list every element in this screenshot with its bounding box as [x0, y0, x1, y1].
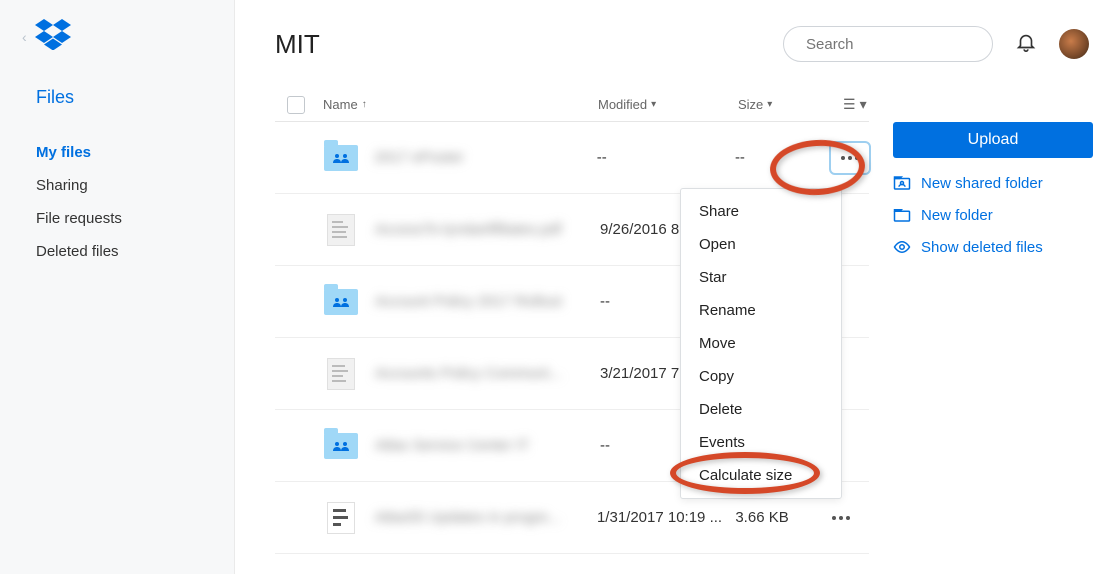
nav-file-requests[interactable]: File requests — [36, 210, 234, 227]
columns-header: Name↑ Modified▾ Size▾ ☰ ▾ — [275, 88, 869, 122]
file-name: Atlas55 Updates in progre... — [375, 509, 597, 526]
back-chevron-icon[interactable]: ‹ — [22, 29, 27, 45]
action-label: New shared folder — [921, 175, 1043, 192]
menu-share[interactable]: Share — [681, 195, 841, 228]
sort-up-icon: ↑ — [362, 99, 367, 110]
file-modified: 1/31/2017 10:19 ... — [597, 509, 735, 526]
document-icon — [323, 216, 359, 244]
sidebar: ‹ Files My files Sharing File requests D… — [0, 0, 235, 574]
list-icon: ☰ — [843, 96, 856, 113]
col-modified[interactable]: Modified▾ — [598, 97, 738, 112]
menu-copy[interactable]: Copy — [681, 360, 841, 393]
menu-rename[interactable]: Rename — [681, 294, 841, 327]
file-name: 2017 ePoster — [375, 149, 597, 166]
folder-icon — [323, 432, 359, 460]
show-deleted-link[interactable]: Show deleted files — [893, 238, 1089, 256]
file-name: Accounts Policy Communi... — [375, 365, 600, 382]
avatar[interactable] — [1059, 29, 1089, 59]
menu-events[interactable]: Events — [681, 426, 841, 459]
file-modified: -- — [597, 149, 735, 166]
col-size[interactable]: Size▾ — [738, 97, 813, 112]
file-name: AccessTo-lyndaAffiliates.pdf — [375, 221, 600, 238]
file-size: 3.66 KB — [735, 509, 809, 526]
notifications-icon[interactable] — [1015, 31, 1037, 58]
menu-move[interactable]: Move — [681, 327, 841, 360]
file-name: Account Policy 2017 Rollout — [375, 293, 600, 310]
shared-folder-icon — [893, 174, 911, 192]
action-label: Show deleted files — [921, 239, 1043, 256]
new-shared-folder-link[interactable]: New shared folder — [893, 174, 1089, 192]
page-title: MIT — [275, 29, 320, 60]
file-row[interactable]: 2017 ePoster -- -- — [275, 122, 869, 194]
search-input[interactable] — [806, 36, 1005, 53]
nav-sharing[interactable]: Sharing — [36, 177, 234, 194]
action-label: New folder — [921, 207, 993, 224]
chevron-down-icon: ▾ — [767, 99, 772, 110]
action-panel: Upload New shared folder New folder Show… — [869, 88, 1089, 554]
chevron-down-icon: ▾ — [860, 96, 867, 113]
menu-open[interactable]: Open — [681, 228, 841, 261]
nav-files-heading[interactable]: Files — [36, 87, 234, 108]
dropbox-logo-icon[interactable] — [35, 18, 71, 55]
nav-deleted-files[interactable]: Deleted files — [36, 243, 234, 260]
folder-icon — [893, 206, 911, 224]
topbar: MIT — [275, 0, 1089, 88]
nav-my-files[interactable]: My files — [36, 144, 234, 161]
file-size: -- — [735, 149, 809, 166]
view-options[interactable]: ☰ ▾ — [843, 96, 867, 113]
eye-icon — [893, 238, 911, 256]
select-all-checkbox[interactable] — [287, 96, 305, 114]
file-name: Atlas Service Center IT — [375, 437, 600, 454]
menu-star[interactable]: Star — [681, 261, 841, 294]
paper-doc-icon — [323, 504, 359, 532]
document-icon — [323, 360, 359, 388]
upload-button[interactable]: Upload — [893, 122, 1093, 158]
folder-icon — [323, 288, 359, 316]
more-actions-button[interactable] — [829, 141, 871, 175]
chevron-down-icon: ▾ — [651, 99, 656, 110]
new-folder-link[interactable]: New folder — [893, 206, 1089, 224]
more-actions-button[interactable] — [829, 516, 853, 520]
search-box[interactable] — [783, 26, 993, 62]
menu-delete[interactable]: Delete — [681, 393, 841, 426]
context-menu: Share Open Star Rename Move Copy Delete … — [680, 188, 842, 499]
menu-calculate-size[interactable]: Calculate size — [681, 459, 841, 492]
col-name[interactable]: Name↑ — [323, 97, 598, 112]
folder-icon — [323, 144, 359, 172]
